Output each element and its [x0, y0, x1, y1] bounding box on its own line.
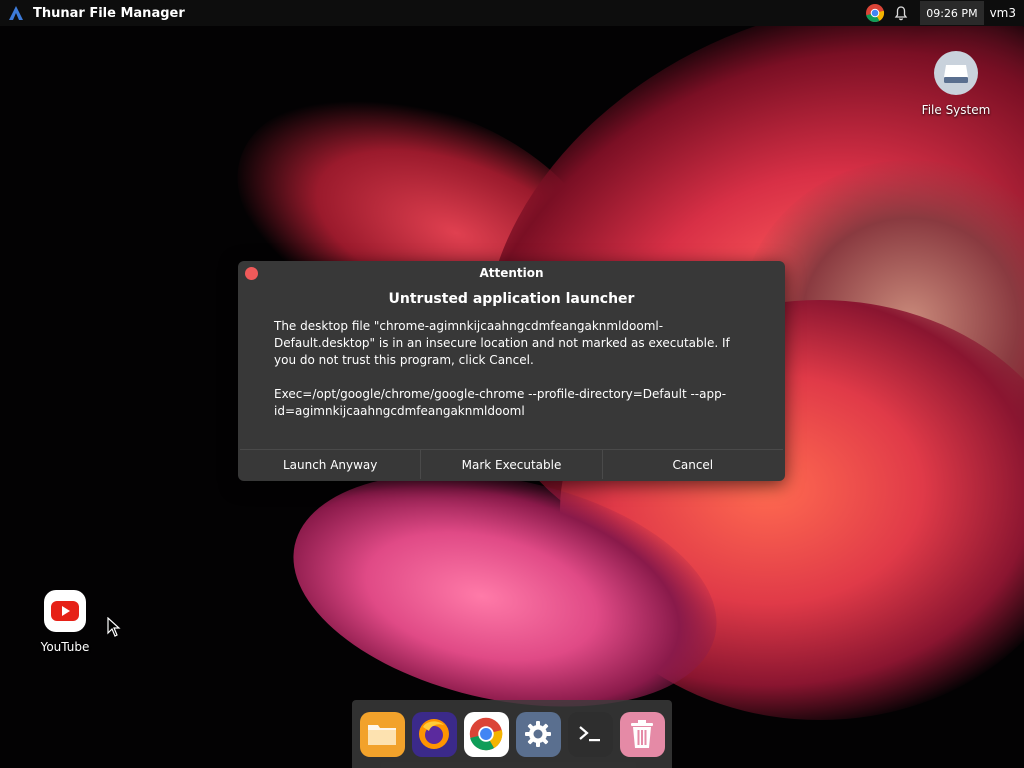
- desktop-icon-youtube[interactable]: YouTube: [30, 589, 100, 654]
- trash-icon[interactable]: [619, 711, 665, 757]
- top-panel: Thunar File Manager 09:26 PM vm3: [0, 0, 1024, 26]
- desktop-icon-file-system[interactable]: File System: [914, 50, 998, 117]
- clock[interactable]: 09:26 PM: [920, 1, 984, 25]
- mouse-pointer-icon: [107, 617, 121, 637]
- close-button[interactable]: [245, 267, 258, 280]
- firefox-icon[interactable]: [411, 711, 457, 757]
- dialog-message: The desktop file "chrome-agimnkijcaahngc…: [274, 319, 730, 418]
- launch-anyway-button[interactable]: Launch Anyway: [240, 450, 421, 479]
- dialog-title: Attention: [479, 266, 544, 280]
- youtube-icon: [44, 590, 86, 632]
- settings-icon[interactable]: [515, 711, 561, 757]
- mark-executable-button[interactable]: Mark Executable: [420, 450, 602, 479]
- drive-icon: [934, 51, 978, 95]
- cancel-button[interactable]: Cancel: [601, 450, 783, 479]
- active-app-title: Thunar File Manager: [33, 5, 185, 21]
- dialog-button-row: Launch Anyway Mark Executable Cancel: [240, 449, 783, 479]
- files-icon[interactable]: [359, 711, 405, 757]
- untrusted-launcher-dialog: Attention Untrusted application launcher…: [238, 261, 785, 481]
- terminal-icon[interactable]: [567, 711, 613, 757]
- desktop-icon-label: YouTube: [40, 640, 90, 654]
- desktop-icon-label: File System: [921, 103, 991, 117]
- dock: [352, 700, 672, 768]
- dialog-heading: Untrusted application launcher: [388, 291, 635, 307]
- system-tray: 09:26 PM vm3: [862, 0, 1024, 26]
- notification-bell-icon[interactable]: [888, 0, 914, 26]
- tray-chrome-icon[interactable]: [862, 0, 888, 26]
- desktop: Thunar File Manager 09:26 PM vm3 File Sy…: [0, 0, 1024, 768]
- user-menu[interactable]: vm3: [984, 6, 1024, 20]
- chrome-icon[interactable]: [463, 711, 509, 757]
- app-logo-icon[interactable]: [8, 5, 24, 21]
